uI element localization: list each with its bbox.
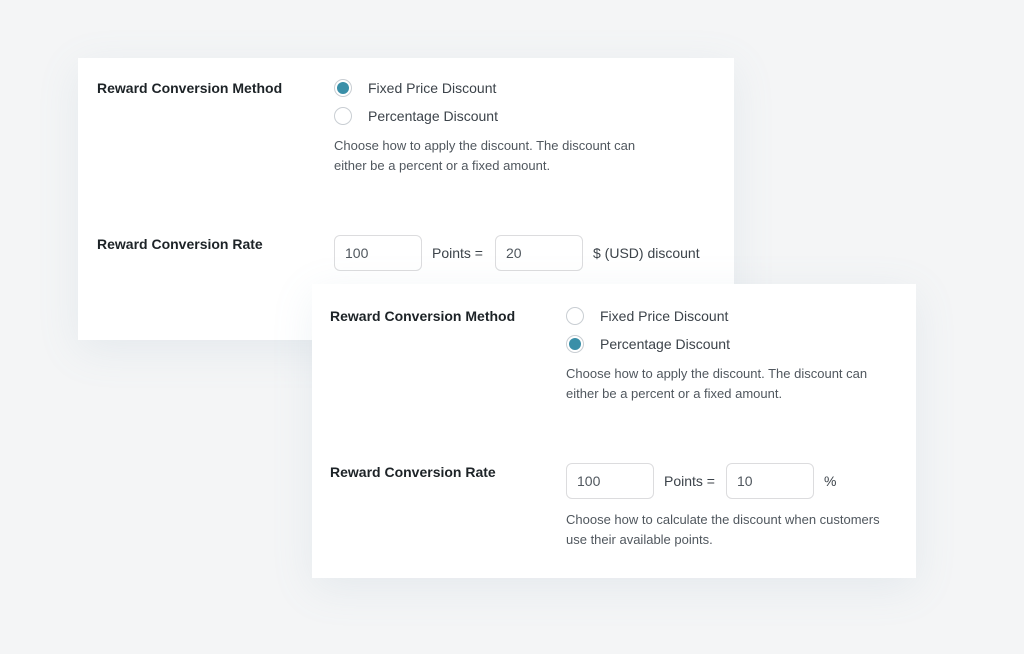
radio-button-percentage[interactable] bbox=[334, 107, 352, 125]
reward-conversion-method-label: Reward Conversion Method bbox=[330, 308, 516, 324]
method-description-line-1: Choose how to apply the discount. The di… bbox=[334, 138, 636, 153]
rate-description: Choose how to calculate the discount whe… bbox=[566, 510, 880, 550]
method-description: Choose how to apply the discount. The di… bbox=[566, 364, 867, 404]
radio-option-fixed-price[interactable]: Fixed Price Discount bbox=[334, 78, 496, 98]
rate-description-line-2: use their available points. bbox=[566, 532, 713, 547]
method-description-line-1: Choose how to apply the discount. The di… bbox=[566, 366, 868, 381]
radio-label-percentage: Percentage Discount bbox=[368, 108, 498, 124]
reward-conversion-rate-label: Reward Conversion Rate bbox=[97, 236, 263, 252]
method-description-line-2: either be a percent or a fixed amount. bbox=[566, 386, 783, 401]
reward-conversion-rate-label: Reward Conversion Rate bbox=[330, 464, 496, 480]
points-equals-text: Points = bbox=[432, 245, 483, 261]
method-description-line-2: either be a percent or a fixed amount. bbox=[334, 158, 551, 173]
points-input[interactable] bbox=[566, 463, 654, 499]
radio-label-percentage: Percentage Discount bbox=[600, 336, 730, 352]
rate-description-line-1: Choose how to calculate the discount whe… bbox=[566, 512, 880, 527]
radio-label-fixed-price: Fixed Price Discount bbox=[368, 80, 497, 96]
discount-value-input[interactable] bbox=[726, 463, 814, 499]
points-input[interactable] bbox=[334, 235, 422, 271]
radio-option-percentage[interactable]: Percentage Discount bbox=[566, 334, 730, 354]
discount-unit-text: $ (USD) discount bbox=[593, 245, 700, 261]
radio-option-fixed-price[interactable]: Fixed Price Discount bbox=[566, 306, 728, 326]
points-equals-text: Points = bbox=[664, 473, 715, 489]
reward-conversion-method-label: Reward Conversion Method bbox=[97, 80, 283, 96]
settings-panel-percentage: Reward Conversion Method Fixed Price Dis… bbox=[312, 284, 916, 578]
radio-selected-dot bbox=[569, 338, 581, 350]
discount-value-input[interactable] bbox=[495, 235, 583, 271]
radio-selected-dot bbox=[337, 82, 349, 94]
radio-button-fixed-price[interactable] bbox=[566, 307, 584, 325]
method-description: Choose how to apply the discount. The di… bbox=[334, 136, 635, 176]
radio-option-percentage[interactable]: Percentage Discount bbox=[334, 106, 498, 126]
discount-unit-text: % bbox=[824, 473, 837, 489]
radio-label-fixed-price: Fixed Price Discount bbox=[600, 308, 729, 324]
radio-button-percentage[interactable] bbox=[566, 335, 584, 353]
radio-button-fixed-price[interactable] bbox=[334, 79, 352, 97]
